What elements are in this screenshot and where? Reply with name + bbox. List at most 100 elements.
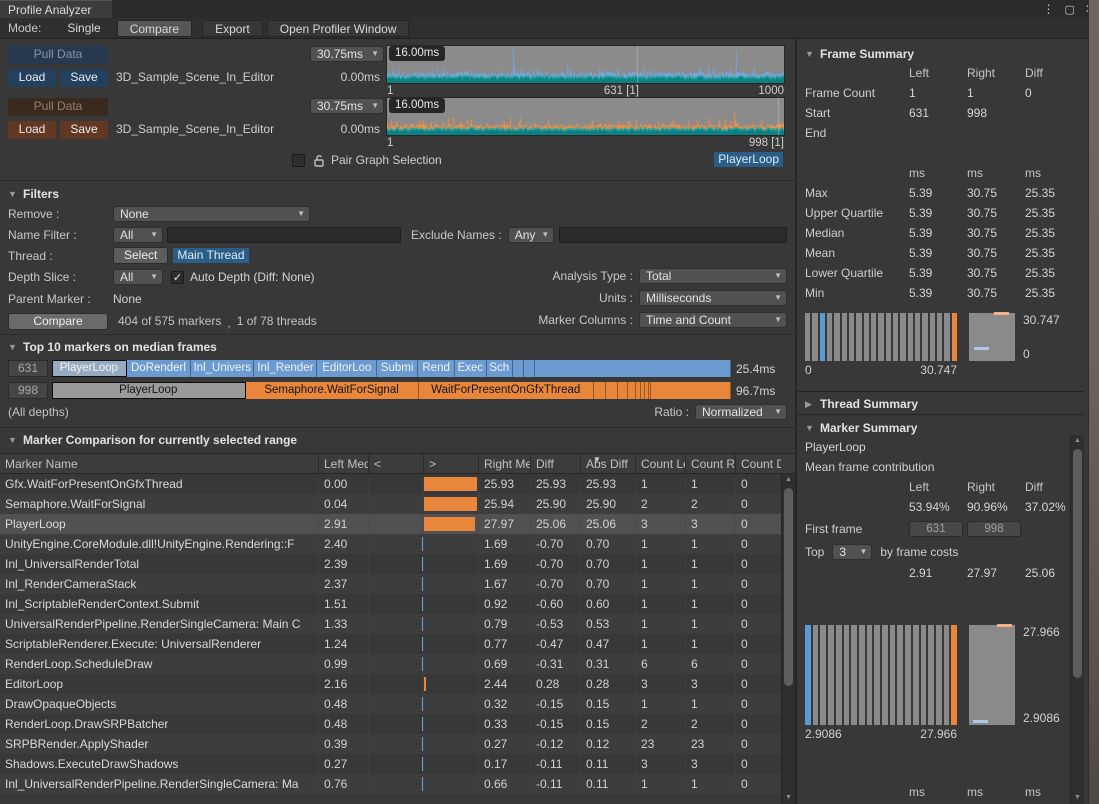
top10-marker-segment[interactable]: WaitForPresentOnGfxThread	[419, 382, 594, 399]
pull-data-button-right[interactable]: Pull Data	[8, 98, 108, 116]
lock-open-icon[interactable]	[313, 154, 325, 167]
top10-marker-segment[interactable]	[524, 360, 535, 377]
depth-slice-dropdown[interactable]: All▼	[113, 269, 163, 285]
units-dropdown[interactable]: Milliseconds▼	[639, 290, 787, 306]
compare-button[interactable]: Compare	[8, 313, 108, 330]
marker-summary-header[interactable]: ▼ Marker Summary	[805, 419, 1066, 437]
top10-marker-segment[interactable]	[594, 382, 606, 399]
table-row[interactable]: RenderLoop.ScheduleDraw0.990.69-0.310.31…	[0, 654, 781, 674]
top10-marker-segment[interactable]	[628, 382, 635, 399]
table-row[interactable]: UnityEngine.CoreModule.dll!UnityEngine.R…	[0, 534, 781, 554]
analysis-type-dropdown[interactable]: Total▼	[639, 268, 787, 284]
table-row[interactable]: Inl_RenderCameraStack2.371.67-0.700.7011…	[0, 574, 781, 594]
column-header[interactable]: Count Le	[635, 454, 685, 473]
frame-time-graph-right[interactable]	[386, 97, 785, 136]
table-row[interactable]: DrawOpaqueObjects0.480.32-0.150.15110	[0, 694, 781, 714]
mode-single-button[interactable]: Single	[55, 20, 112, 37]
scrollbar-thumb[interactable]	[784, 488, 793, 686]
mode-compare-button[interactable]: Compare	[117, 20, 192, 37]
table-row[interactable]: SRPBRender.ApplyShader0.390.27-0.120.122…	[0, 734, 781, 754]
scroll-up-icon[interactable]: ▲	[782, 474, 795, 486]
top10-marker-segment[interactable]	[618, 382, 628, 399]
histogram-bar	[936, 625, 942, 725]
marker-comparison-header[interactable]: ▼ Marker Comparison for currently select…	[0, 431, 795, 449]
remove-dropdown[interactable]: None▼	[113, 206, 310, 222]
top10-marker-segment[interactable]: Inl_Univers	[191, 360, 254, 377]
top10-marker-segment[interactable]	[513, 360, 524, 377]
window-tab[interactable]: Profile Analyzer	[0, 0, 112, 18]
thread-select-button[interactable]: Select	[113, 247, 168, 264]
top10-marker-segment[interactable]: Rend	[418, 360, 455, 377]
top10-marker-segment[interactable]: Sch	[487, 360, 513, 377]
first-frame-right-button[interactable]: 998	[967, 521, 1021, 537]
top10-marker-segment[interactable]: EditorLoo	[317, 360, 377, 377]
top10-marker-segment[interactable]: DoRenderl	[127, 360, 192, 377]
column-header[interactable]: Marker Name	[0, 454, 318, 473]
frame-time-graph-left[interactable]	[386, 45, 785, 84]
column-header[interactable]: Right Me	[478, 454, 530, 473]
save-button-left[interactable]: Save	[60, 69, 108, 87]
column-header[interactable]: Left Med	[318, 454, 368, 473]
open-profiler-window-button[interactable]: Open Profiler Window	[267, 20, 410, 37]
top10-marker-segment[interactable]	[651, 382, 730, 399]
value-cell: -0.31	[530, 654, 580, 674]
top10-marker-segment[interactable]: Inl_Render	[254, 360, 317, 377]
table-row[interactable]: Gfx.WaitForPresentOnGfxThread0.0025.9325…	[0, 474, 781, 494]
thread-summary-section: ▶ Thread Summary	[797, 391, 1084, 415]
scroll-down-icon[interactable]: ▼	[782, 792, 795, 804]
histogram-bar	[836, 625, 842, 725]
top10-marker-segment[interactable]: Submi	[377, 360, 418, 377]
exclude-mode-dropdown[interactable]: Any▼	[508, 227, 554, 243]
ratio-dropdown[interactable]: Normalized▼	[695, 404, 787, 420]
table-row[interactable]: Inl_ScriptableRenderContext.Submit1.510.…	[0, 594, 781, 614]
export-button[interactable]: Export	[202, 20, 263, 37]
mode-label: Mode:	[8, 21, 41, 35]
load-button-left[interactable]: Load	[8, 69, 56, 87]
table-row[interactable]: Shadows.ExecuteDrawShadows0.270.17-0.110…	[0, 754, 781, 774]
top10-marker-segment[interactable]: PlayerLoop	[52, 360, 127, 377]
top10-marker-segment[interactable]: Exec	[455, 360, 486, 377]
top10-marker-segment[interactable]: PlayerLoop	[52, 382, 246, 399]
column-header[interactable]: Count Ri	[685, 454, 735, 473]
table-scrollbar[interactable]: ▲ ▼	[781, 474, 795, 804]
name-filter-input[interactable]	[167, 227, 401, 243]
top10-marker-segment[interactable]	[535, 360, 731, 377]
scrollbar-thumb[interactable]	[1073, 449, 1082, 678]
table-row[interactable]: Semaphore.WaitForSignal0.0425.9425.9025.…	[0, 494, 781, 514]
top10-marker-segment[interactable]	[606, 382, 618, 399]
top10-header[interactable]: ▼ Top 10 markers on median frames	[8, 338, 787, 356]
table-row[interactable]: EditorLoop2.162.440.280.28330	[0, 674, 781, 694]
thread-summary-header[interactable]: ▶ Thread Summary	[805, 395, 1084, 413]
marker-summary-scrollbar[interactable]: ▲ ▼	[1070, 435, 1084, 804]
marker-columns-dropdown[interactable]: Time and Count▼	[639, 312, 787, 328]
column-header[interactable]: Abs Diff▼	[580, 454, 635, 473]
top10-marker-segment[interactable]: Semaphore.WaitForSignal	[246, 382, 419, 399]
column-header[interactable]: Count Di	[735, 454, 781, 473]
auto-depth-checkbox[interactable]: ✓	[171, 271, 184, 284]
pull-data-button-left[interactable]: Pull Data	[8, 46, 108, 64]
save-button-right[interactable]: Save	[60, 121, 108, 139]
top-n-dropdown[interactable]: 3▼	[832, 544, 872, 560]
exclude-names-input[interactable]	[559, 227, 787, 243]
first-frame-left-button[interactable]: 631	[909, 521, 963, 537]
frame-summary-header[interactable]: ▼ Frame Summary	[805, 45, 1084, 63]
table-row[interactable]: RenderLoop.DrawSRPBatcher0.480.33-0.150.…	[0, 714, 781, 734]
filters-header[interactable]: ▼ Filters	[8, 185, 787, 203]
kebab-menu-icon[interactable]: ⋮	[1043, 2, 1055, 16]
table-row[interactable]: PlayerLoop2.9127.9725.0625.06330	[0, 514, 781, 534]
range-dropdown-right[interactable]: 30.75ms▼	[310, 98, 384, 114]
pair-graph-selection-checkbox[interactable]	[292, 154, 305, 167]
column-header[interactable]: <	[368, 454, 423, 473]
column-header[interactable]: >	[423, 454, 478, 473]
table-row[interactable]: ScriptableRenderer.Execute: UniversalRen…	[0, 634, 781, 654]
scroll-down-icon[interactable]: ▼	[1071, 792, 1084, 804]
maximize-icon[interactable]: ▢	[1065, 3, 1075, 16]
column-header[interactable]: Diff	[530, 454, 580, 473]
table-row[interactable]: UniversalRenderPipeline.RenderSingleCame…	[0, 614, 781, 634]
scroll-up-icon[interactable]: ▲	[1071, 435, 1084, 447]
table-row[interactable]: Inl_UniversalRenderPipeline.RenderSingle…	[0, 774, 781, 794]
name-filter-mode-dropdown[interactable]: All▼	[113, 227, 163, 243]
table-row[interactable]: Inl_UniversalRenderTotal2.391.69-0.700.7…	[0, 554, 781, 574]
load-button-right[interactable]: Load	[8, 121, 56, 139]
range-dropdown-left[interactable]: 30.75ms▼	[310, 46, 384, 62]
